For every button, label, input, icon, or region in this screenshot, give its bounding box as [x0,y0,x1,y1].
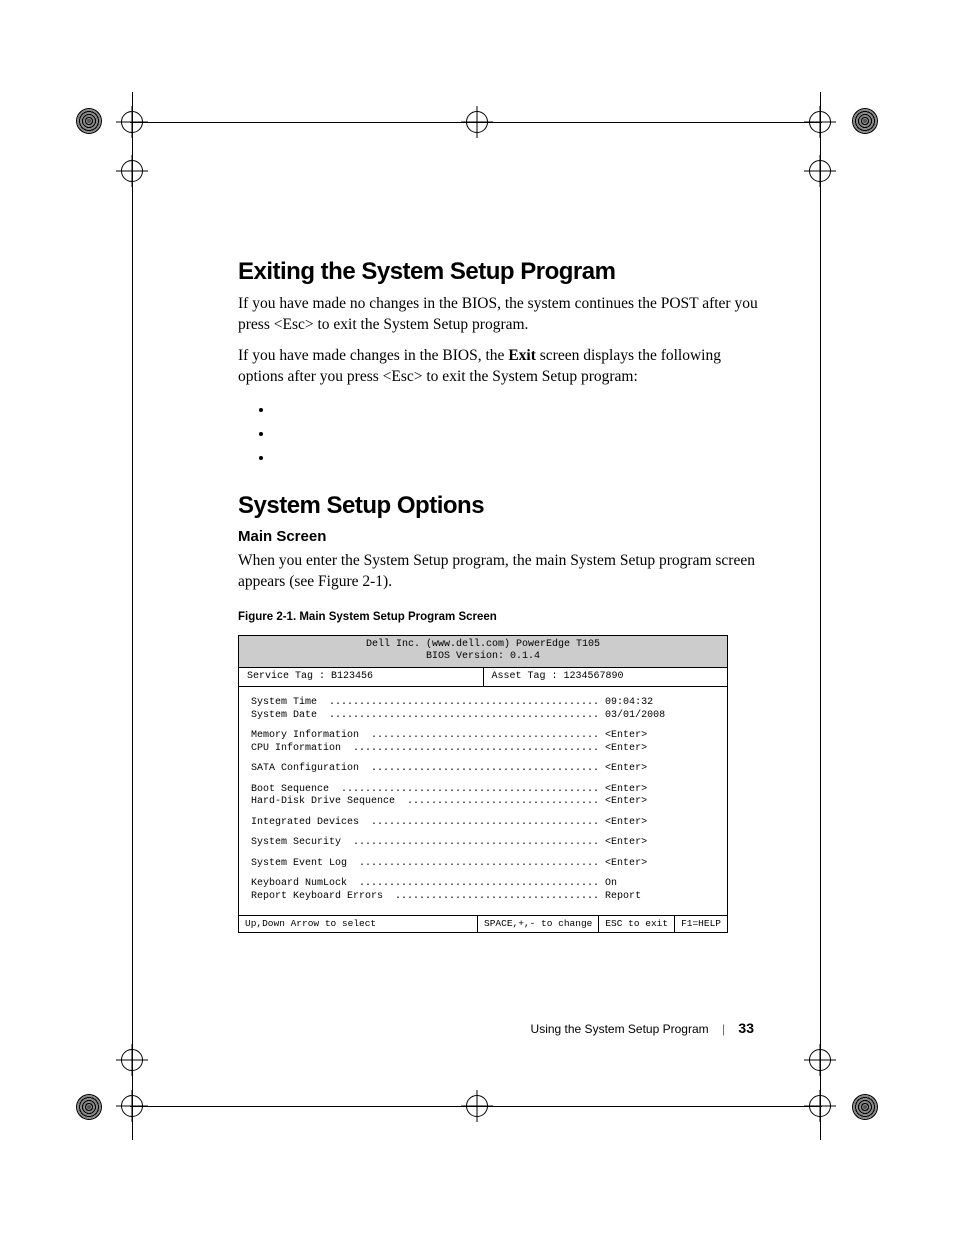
figure-caption: Figure 2-1. Main System Setup Program Sc… [238,611,758,623]
subheading-main-screen: Main Screen [238,528,758,545]
heading-exiting: Exiting the System Setup Program [238,258,758,286]
exit-options-list [238,398,758,470]
bios-footer: Up,Down Arrow to select SPACE,+,- to cha… [238,916,728,933]
bios-menu-row: System Event Log .......................… [251,858,715,871]
footer-separator: | [722,1022,725,1036]
bios-screenshot: Dell Inc. (www.dell.com) PowerEdge T105 … [238,635,728,933]
list-item [274,446,758,470]
bios-header: Dell Inc. (www.dell.com) PowerEdge T105 … [238,635,728,667]
bios-header-line1: Dell Inc. (www.dell.com) PowerEdge T105 [239,639,727,652]
bios-menu-row: Memory Information .....................… [251,730,715,743]
bios-menu-row: Keyboard NumLock .......................… [251,878,715,891]
bios-body: System Time ............................… [238,686,728,916]
heading-options: System Setup Options [238,492,758,520]
bios-menu-row: System Security ........................… [251,837,715,850]
bios-menu-row: SATA Configuration .....................… [251,763,715,776]
bios-menu-row: System Time ............................… [251,697,715,710]
bios-hint-nav: Up,Down Arrow to select [239,916,478,932]
footer-section: Using the System Setup Program [531,1022,709,1036]
paragraph-1: If you have made no changes in the BIOS,… [238,294,758,336]
bios-menu-row: Report Keyboard Errors .................… [251,891,715,904]
paragraph-3: When you enter the System Setup program,… [238,551,758,593]
bios-hint-exit: ESC to exit [599,916,675,932]
bios-hint-help: F1=HELP [675,916,727,932]
bios-menu-row: System Date ............................… [251,710,715,723]
bios-menu-row: Boot Sequence ..........................… [251,784,715,797]
list-item [274,398,758,422]
page-footer: Using the System Setup Program | 33 [531,1020,754,1036]
bios-hint-change: SPACE,+,- to change [478,916,599,932]
page-number: 33 [738,1020,754,1036]
asset-tag: Asset Tag : 1234567890 [484,668,728,687]
service-tag: Service Tag : B123456 [239,668,484,687]
list-item [274,422,758,446]
bios-menu-row: Hard-Disk Drive Sequence ...............… [251,796,715,809]
bios-header-line2: BIOS Version: 0.1.4 [239,651,727,664]
bios-menu-row: CPU Information ........................… [251,743,715,756]
bios-menu-row: Integrated Devices .....................… [251,817,715,830]
bios-tag-row: Service Tag : B123456 Asset Tag : 123456… [238,667,728,687]
paragraph-2: If you have made changes in the BIOS, th… [238,346,758,388]
